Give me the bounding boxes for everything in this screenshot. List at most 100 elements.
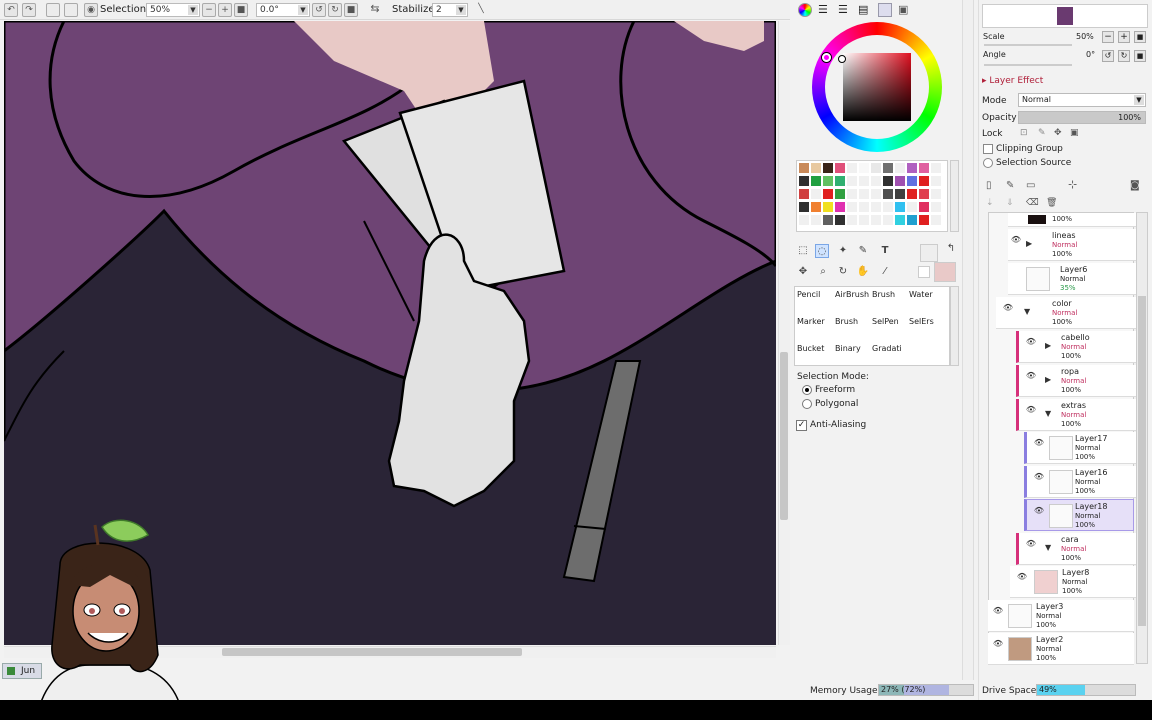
color-swatch[interactable] xyxy=(919,215,929,225)
tool-gradation[interactable]: Gradati xyxy=(872,344,902,353)
color-swatch[interactable] xyxy=(871,202,881,212)
layer-folder-cabello[interactable]: 👁 ▶ cabello Normal 100% xyxy=(1016,331,1136,363)
swap-colors-icon[interactable]: ↰ xyxy=(944,242,958,256)
eye-icon[interactable]: 👁 xyxy=(1002,303,1014,312)
color-swatch[interactable] xyxy=(883,215,893,225)
tool-brush[interactable]: Brush xyxy=(872,290,895,299)
color-swatch[interactable] xyxy=(835,189,845,199)
tool-airbrush[interactable]: AirBrush xyxy=(835,290,869,299)
color-swatch[interactable] xyxy=(835,202,845,212)
color-swatch[interactable] xyxy=(847,202,857,212)
flip-horizontal-icon[interactable]: ⇆ xyxy=(368,3,382,17)
angle-rotate-right-icon[interactable]: ↻ xyxy=(1118,50,1130,62)
color-swatch[interactable] xyxy=(895,189,905,199)
color-swatch[interactable] xyxy=(883,202,893,212)
tool-water[interactable]: Water xyxy=(909,290,933,299)
clipping-group-checkbox[interactable] xyxy=(983,144,993,154)
layer-item-layer6[interactable]: Layer6 Normal 35% xyxy=(1008,263,1136,295)
angle-rotate-left-icon[interactable]: ↺ xyxy=(1102,50,1114,62)
layer-folder-cara[interactable]: 👁 ▼ cara Normal 100% xyxy=(1016,533,1136,565)
zoom-in-icon[interactable]: + xyxy=(218,3,232,17)
layer-list-scroll-thumb[interactable] xyxy=(1138,296,1146,626)
line-tool-icon[interactable]: ╲ xyxy=(474,3,488,17)
brush-tool-scrollbar[interactable] xyxy=(950,286,959,366)
polygonal-label[interactable]: Polygonal xyxy=(815,399,858,409)
opacity-slider[interactable]: 100% xyxy=(1018,111,1146,124)
color-swatch[interactable] xyxy=(907,176,917,186)
color-swatch[interactable] xyxy=(847,189,857,199)
saturation-value-square[interactable] xyxy=(843,53,911,121)
color-swatch[interactable] xyxy=(931,163,941,173)
color-swatch[interactable] xyxy=(919,189,929,199)
color-swatch[interactable] xyxy=(883,163,893,173)
lock-move-icon[interactable]: ✥ xyxy=(1054,128,1062,138)
primary-color-swatch[interactable] xyxy=(920,244,938,262)
color-swatch[interactable] xyxy=(835,176,845,186)
color-wheel-tab-icon[interactable] xyxy=(798,3,812,17)
eye-icon[interactable] xyxy=(1010,269,1022,278)
swatch-scrollbar[interactable] xyxy=(950,160,959,232)
layer-folder-extras[interactable]: 👁 ▼ extras Normal 100% xyxy=(1016,399,1136,431)
eye-icon[interactable]: 👁 xyxy=(1025,337,1037,346)
color-swatch[interactable] xyxy=(823,202,833,212)
canvas-vertical-scrollbar[interactable] xyxy=(778,21,790,645)
color-swatch[interactable] xyxy=(811,176,821,186)
eye-icon[interactable]: 👁 xyxy=(992,606,1004,615)
zoom-tool-icon[interactable]: ⌕ xyxy=(816,265,830,279)
eye-icon[interactable]: 👁 xyxy=(1010,235,1022,244)
rect-select-icon[interactable]: ⬚ xyxy=(796,244,810,258)
layer-folder-ropa[interactable]: 👁 ▶ ropa Normal 100% xyxy=(1016,365,1136,397)
layer-item-layer16[interactable]: 👁 Layer16 Normal 100% xyxy=(1024,466,1136,498)
color-swatch[interactable] xyxy=(811,163,821,173)
eye-icon[interactable]: 👁 xyxy=(1033,438,1045,447)
color-swatch[interactable] xyxy=(835,215,845,225)
color-swatch[interactable] xyxy=(919,176,929,186)
hsv-slider-tab-icon[interactable]: ☰ xyxy=(838,3,848,16)
rotate-tool-icon[interactable]: ↻ xyxy=(836,265,850,279)
color-swatch[interactable] xyxy=(895,176,905,186)
eye-icon[interactable]: 👁 xyxy=(1016,572,1028,581)
color-swatch[interactable] xyxy=(799,176,809,186)
merge-down-icon[interactable]: ⇓ xyxy=(1006,198,1014,208)
freeform-label[interactable]: Freeform xyxy=(815,385,855,395)
zoom-out-icon[interactable]: − xyxy=(202,3,216,17)
color-swatch[interactable] xyxy=(919,202,929,212)
eyedropper-icon[interactable]: ⁄ xyxy=(878,265,892,279)
color-swatch[interactable] xyxy=(871,176,881,186)
tool-pencil[interactable]: Pencil xyxy=(797,290,820,299)
scratchpad-tab-icon[interactable]: ▣ xyxy=(898,3,908,16)
layer-item-lineas[interactable]: 👁 ▶ lineas Normal 100% xyxy=(1008,229,1136,261)
angle-select[interactable]: 0.0° ▼ xyxy=(256,3,310,17)
color-swatch-grid[interactable] xyxy=(796,160,948,232)
color-swatch[interactable] xyxy=(847,215,857,225)
delete-layer-icon[interactable]: 🗑 xyxy=(1046,198,1057,208)
new-vector-layer-icon[interactable]: ✎ xyxy=(1006,180,1014,191)
hue-marker[interactable] xyxy=(822,53,831,62)
secondary-color-swatch[interactable] xyxy=(934,262,956,282)
folder-expanded-icon[interactable]: ▼ xyxy=(1024,307,1030,316)
clear-layer-icon[interactable]: ⌫ xyxy=(1026,198,1039,208)
eye-icon[interactable]: 👁 xyxy=(992,639,1004,648)
navigator-preview[interactable] xyxy=(982,4,1148,28)
anti-aliasing-label[interactable]: Anti-Aliasing xyxy=(810,420,866,430)
eye-icon[interactable]: 👁 xyxy=(1033,506,1045,515)
layer-folder-color[interactable]: 👁 ▼ color Normal 100% xyxy=(996,297,1136,329)
color-swatch[interactable] xyxy=(871,163,881,173)
color-swatch[interactable] xyxy=(859,189,869,199)
lock-transparency-icon[interactable]: ⊡ xyxy=(1020,128,1028,138)
rotate-reset-icon[interactable]: ■ xyxy=(344,3,358,17)
invert-selection-icon[interactable] xyxy=(64,3,78,17)
folder-expanded-icon[interactable]: ▼ xyxy=(1045,543,1051,552)
polygonal-radio[interactable] xyxy=(802,399,812,409)
color-swatch[interactable] xyxy=(931,176,941,186)
color-swatch[interactable] xyxy=(823,163,833,173)
scale-down-icon[interactable]: − xyxy=(1102,31,1114,43)
taskbar-item[interactable]: Jun xyxy=(2,663,42,679)
color-swatch[interactable] xyxy=(883,176,893,186)
color-swatch[interactable] xyxy=(859,176,869,186)
eye-icon[interactable]: 👁 xyxy=(1025,405,1037,414)
color-swatch[interactable] xyxy=(907,189,917,199)
color-swatch[interactable] xyxy=(907,215,917,225)
layer-settings-icon[interactable]: ◙ xyxy=(1130,180,1140,191)
color-swatch[interactable] xyxy=(811,202,821,212)
